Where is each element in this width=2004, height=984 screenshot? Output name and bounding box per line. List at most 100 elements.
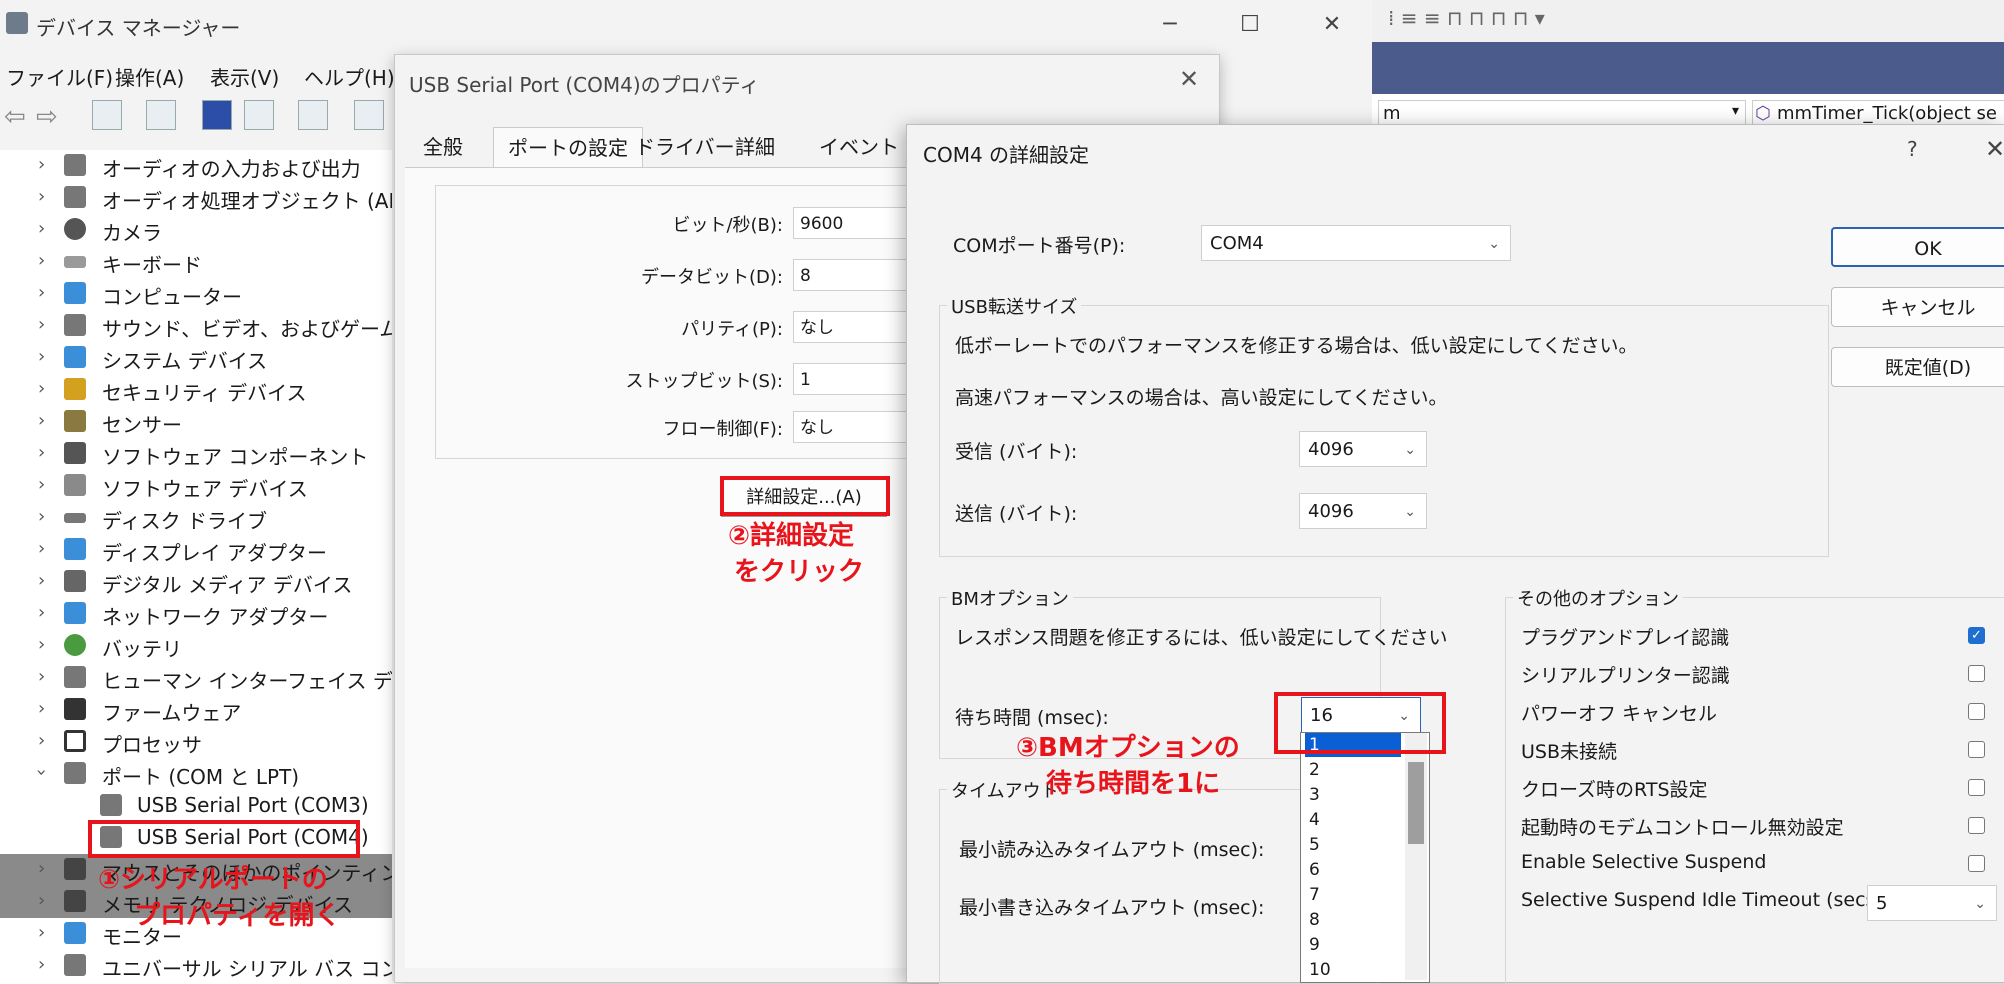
chevron-right-icon[interactable]: › (38, 666, 45, 687)
send-select[interactable]: 4096 ⌄ (1299, 493, 1427, 529)
tree-item[interactable]: › ディスプレイ アダプター (0, 534, 392, 566)
send-value: 4096 (1308, 501, 1354, 522)
option-usb-surprise-checkbox[interactable] (1968, 741, 1985, 758)
chevron-right-icon[interactable]: › (38, 506, 45, 527)
chevron-right-icon[interactable]: › (38, 378, 45, 399)
chevron-right-icon[interactable]: › (38, 346, 45, 367)
tree-item-ports[interactable]: › ポート (COM と LPT) (0, 758, 392, 790)
com-port-select[interactable]: COM4 ⌄ (1201, 225, 1511, 261)
view-icon[interactable] (244, 100, 274, 130)
close-icon[interactable]: ✕ (1179, 65, 1199, 93)
tree-item[interactable]: › センサー (0, 406, 392, 438)
back-icon[interactable]: ⇦ (4, 102, 26, 132)
chevron-right-icon[interactable]: › (38, 218, 45, 239)
tab-events[interactable]: イベント (805, 127, 913, 167)
maximize-icon[interactable]: ☐ (1220, 8, 1280, 42)
tree-item-com3[interactable]: USB Serial Port (COM3) (0, 790, 392, 822)
chevron-down-icon[interactable]: › (31, 769, 52, 776)
minimize-icon[interactable]: ─ (1140, 8, 1200, 42)
scan-icon[interactable] (298, 100, 328, 130)
latency-option-7[interactable]: 7 (1305, 883, 1401, 907)
tree-item[interactable]: › ソフトウェア デバイス (0, 470, 392, 502)
tree-item[interactable]: › システム デバイス (0, 342, 392, 374)
close-icon[interactable]: ✕ (1302, 8, 1362, 42)
option-poweroff-label: パワーオフ キャンセル (1521, 703, 1718, 725)
tree-item[interactable]: › プロセッサ (0, 726, 392, 758)
chevron-right-icon[interactable]: › (38, 890, 45, 911)
tree-item[interactable]: › ディスク ドライブ (0, 502, 392, 534)
defaults-button[interactable]: 既定値(D) (1831, 347, 2004, 387)
latency-option-8[interactable]: 8 (1305, 908, 1401, 932)
option-modem-checkbox[interactable] (1968, 817, 1985, 834)
flow-select[interactable]: なし (793, 411, 913, 443)
tree-item[interactable]: › コンピューター (0, 278, 392, 310)
chevron-right-icon[interactable]: › (38, 922, 45, 943)
latency-option-3[interactable]: 3 (1305, 783, 1401, 807)
cancel-button[interactable]: キャンセル (1831, 287, 2004, 327)
tree-item[interactable]: › カメラ (0, 214, 392, 246)
dropdown-scroll-thumb[interactable] (1408, 762, 1424, 844)
chevron-right-icon[interactable]: › (38, 282, 45, 303)
tree-item[interactable]: › サウンド、ビデオ、およびゲーム コントロ (0, 310, 392, 342)
monitor-icon[interactable] (354, 100, 384, 130)
option-poweroff-checkbox[interactable] (1968, 703, 1985, 720)
parity-select[interactable]: なし (793, 311, 913, 343)
tree-item[interactable]: › バッテリ (0, 630, 392, 662)
latency-option-5[interactable]: 5 (1305, 833, 1401, 857)
menu-view[interactable]: 表示(V) (210, 62, 279, 91)
help-icon[interactable] (202, 100, 232, 130)
tree-item[interactable]: › ソフトウェア コンポーネント (0, 438, 392, 470)
chevron-right-icon[interactable]: › (38, 250, 45, 271)
chevron-right-icon[interactable]: › (38, 538, 45, 559)
close-icon[interactable]: ✕ (1985, 135, 2004, 163)
chevron-right-icon[interactable]: › (38, 474, 45, 495)
chevron-right-icon[interactable]: › (38, 730, 45, 751)
menu-action[interactable]: 操作(A) (115, 62, 184, 91)
help-icon[interactable]: ? (1907, 137, 1918, 161)
latency-option-4[interactable]: 4 (1305, 808, 1401, 832)
option-rts-checkbox[interactable] (1968, 779, 1985, 796)
properties-icon[interactable] (92, 100, 122, 130)
menu-help[interactable]: ヘルプ(H) (304, 62, 395, 91)
chevron-right-icon[interactable]: › (38, 858, 45, 879)
tree-item[interactable]: › デジタル メディア デバイス (0, 566, 392, 598)
baud-select[interactable]: 9600 (793, 207, 913, 239)
databits-select[interactable]: 8 (793, 259, 913, 291)
chevron-right-icon[interactable]: › (38, 634, 45, 655)
tab-details[interactable]: 詳細 (721, 127, 789, 167)
option-printer-checkbox[interactable] (1968, 665, 1985, 682)
chevron-right-icon[interactable]: › (38, 442, 45, 463)
tree-item[interactable]: › オーディオの入力および出力 (0, 150, 392, 182)
latency-option-10[interactable]: 10 (1305, 958, 1401, 982)
stopbits-label: ストップビット(S): (625, 371, 783, 392)
forward-icon[interactable]: ⇨ (36, 102, 58, 132)
idle-timeout-select[interactable]: 5 ⌄ (1867, 885, 1997, 921)
latency-option-6[interactable]: 6 (1305, 858, 1401, 882)
chevron-right-icon[interactable]: › (38, 602, 45, 623)
option-selective-suspend-checkbox[interactable] (1968, 855, 1985, 872)
tree-item[interactable]: › キーボード (0, 246, 392, 278)
tab-general[interactable]: 全般 (409, 127, 477, 167)
tree-item[interactable]: › オーディオ処理オブジェクト (APO) (0, 182, 392, 214)
receive-select[interactable]: 4096 ⌄ (1299, 431, 1427, 467)
chevron-right-icon[interactable]: › (38, 698, 45, 719)
chevron-right-icon[interactable]: › (38, 154, 45, 175)
ok-button[interactable]: OK (1831, 227, 2004, 267)
chevron-right-icon[interactable]: › (38, 314, 45, 335)
tree-item[interactable]: › ネットワーク アダプター (0, 598, 392, 630)
stopbits-select[interactable]: 1 (793, 363, 913, 395)
tree-item[interactable]: › ヒューマン インターフェイス デバイス (0, 662, 392, 694)
tree-item-label: オーディオ処理オブジェクト (APO) (102, 189, 392, 213)
latency-option-9[interactable]: 9 (1305, 933, 1401, 957)
list-icon[interactable] (146, 100, 176, 130)
latency-option-2[interactable]: 2 (1305, 758, 1401, 782)
chevron-right-icon[interactable]: › (38, 186, 45, 207)
tree-item[interactable]: › ファームウェア (0, 694, 392, 726)
chevron-right-icon[interactable]: › (38, 954, 45, 975)
chevron-right-icon[interactable]: › (38, 570, 45, 591)
tree-item[interactable]: › セキュリティ デバイス (0, 374, 392, 406)
menu-file[interactable]: ファイル(F) (6, 62, 113, 91)
tree-item[interactable]: › ユニバーサル シリアル バス コントローラー (0, 950, 392, 981)
option-pnp-checkbox[interactable]: ✓ (1968, 627, 1985, 644)
chevron-right-icon[interactable]: › (38, 410, 45, 431)
